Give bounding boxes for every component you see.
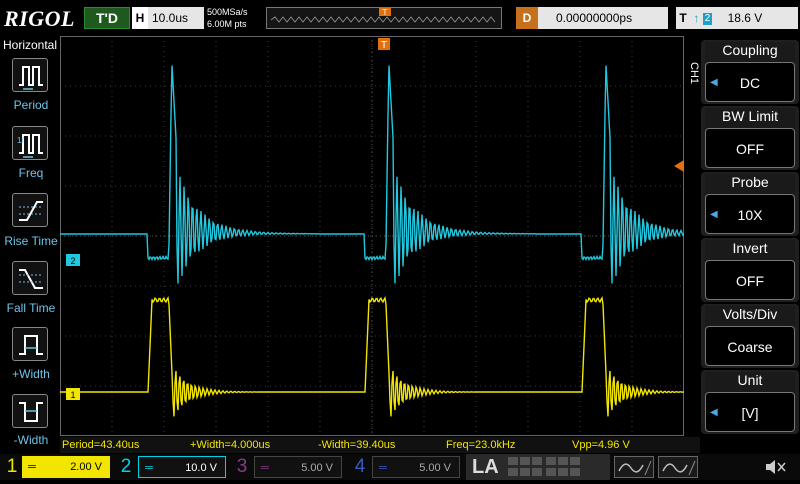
ch4-scale-box[interactable]: ═ 5.00 V — [372, 456, 460, 478]
unit-select-icon: ◀ — [710, 407, 718, 418]
trigger-position-marker[interactable]: T — [378, 38, 390, 51]
measurement-vpp: Vpp=4.96 V — [572, 439, 630, 451]
ch2-scale: 10.0 V — [185, 462, 217, 474]
acquisition-info: 500MSa/s 6.00M pts — [207, 6, 267, 32]
waveform-display[interactable]: T 2 1 — [60, 36, 684, 436]
memory-waveform-icon: T — [267, 8, 501, 28]
negative-width-label: -Width — [13, 433, 49, 447]
rise-time-icon — [19, 201, 43, 221]
delay-box[interactable]: D 0.00000000ps — [516, 7, 668, 29]
invert-title: Invert — [705, 240, 795, 262]
volts-div-softkey[interactable]: Coarse — [705, 326, 795, 366]
rise-time-button[interactable] — [12, 193, 48, 227]
ch4-number[interactable]: 4 — [350, 454, 370, 480]
svg-text:1/: 1/ — [17, 136, 24, 145]
positive-width-label: +Width — [12, 367, 50, 381]
channel-tag: CH1 — [688, 62, 700, 85]
period-measure-button[interactable] — [12, 58, 48, 92]
freq-label: Freq — [18, 166, 44, 180]
invert-value: OFF — [736, 273, 764, 289]
ch1-coupling-icon: ═ — [28, 461, 36, 473]
period-icon — [19, 66, 43, 90]
coupling-title: Coupling — [705, 42, 795, 64]
logic-analyzer-box[interactable]: LA — [466, 454, 610, 480]
fall-time-label: Fall Time — [6, 301, 56, 315]
trigger-box[interactable]: T ↑ 2 18.6 V — [676, 7, 798, 29]
ch1-offset-marker[interactable]: 1 — [66, 388, 80, 400]
ch1-marker-label: 1 — [70, 390, 75, 400]
sine-wave-icon — [662, 460, 696, 476]
bw-limit-softkey[interactable]: OFF — [705, 128, 795, 168]
coupling-softkey[interactable]: ◀ DC — [705, 62, 795, 102]
measurement-positive-width: +Width=4.000us — [190, 439, 271, 451]
period-label: Period — [13, 98, 49, 112]
horizontal-menu-title: Horizontal — [2, 38, 58, 52]
ch3-scale: 5.00 V — [301, 462, 333, 474]
ch4-scale: 5.00 V — [419, 462, 451, 474]
delay-key: D — [516, 7, 538, 29]
fall-time-icon — [19, 269, 43, 289]
speaker-mute-button[interactable] — [760, 456, 790, 478]
ch2-offset-marker[interactable]: 2 — [66, 254, 80, 266]
fall-time-button[interactable] — [12, 261, 48, 295]
positive-width-button[interactable] — [12, 327, 48, 361]
sine-wave-icon — [618, 460, 652, 476]
memory-overview-bar[interactable]: T — [266, 7, 502, 29]
bw-limit-value: OFF — [736, 141, 764, 157]
trigger-status-badge: T'D — [84, 7, 130, 29]
ch1-scale: 2.00 V — [70, 461, 102, 473]
freq-icon: 1/ — [17, 134, 43, 158]
ch2-scale-box[interactable]: ═ 10.0 V — [138, 456, 226, 478]
brand-logo: RIGOL — [4, 6, 75, 31]
trigger-position-label: T — [381, 40, 387, 51]
horizontal-scale-value: 10.0us — [152, 11, 189, 25]
horizontal-scale-box[interactable]: H 10.0us — [132, 7, 204, 29]
sample-rate: 500MSa/s — [207, 7, 248, 17]
measurement-negative-width: -Width=39.40us — [318, 439, 396, 451]
volts-div-title: Volts/Div — [705, 306, 795, 328]
invert-softkey[interactable]: OFF — [705, 260, 795, 300]
probe-softkey[interactable]: ◀ 10X — [705, 194, 795, 234]
ch2-number[interactable]: 2 — [116, 454, 136, 480]
ch2-coupling-icon: ═ — [145, 462, 153, 474]
measurement-period: Period=43.40us — [62, 439, 140, 451]
delay-value: 0.00000000ps — [556, 11, 633, 25]
ch3-scale-box[interactable]: ═ 5.00 V — [254, 456, 342, 478]
speaker-muted-icon — [766, 460, 786, 474]
freq-measure-button[interactable]: 1/ — [12, 126, 48, 160]
memory-depth: 6.00M pts — [207, 19, 247, 29]
ch4-coupling-icon: ═ — [379, 462, 387, 474]
digital-channels-icon — [508, 457, 580, 476]
coupling-value: DC — [739, 75, 761, 91]
ch1-scale-box[interactable]: ═ 2.00 V — [22, 456, 110, 478]
ch1-number[interactable]: 1 — [2, 454, 22, 480]
horizontal-key: H — [132, 7, 148, 29]
coupling-select-icon: ◀ — [710, 77, 718, 88]
unit-softkey[interactable]: ◀ [V] — [705, 392, 795, 432]
ch3-coupling-icon: ═ — [261, 462, 269, 474]
probe-select-icon: ◀ — [710, 209, 718, 220]
probe-value: 10X — [737, 207, 763, 223]
ch2-marker-label: 2 — [70, 256, 75, 266]
trigger-key: T — [679, 11, 687, 25]
volts-div-value: Coarse — [727, 339, 773, 355]
positive-width-icon — [19, 335, 43, 355]
unit-title: Unit — [705, 372, 795, 394]
unit-value: [V] — [741, 405, 759, 421]
rising-edge-icon: ↑ — [693, 11, 700, 25]
generator-2-button[interactable] — [658, 456, 698, 478]
rise-time-label: Rise Time — [4, 234, 58, 248]
negative-width-icon — [19, 402, 43, 422]
measurement-strip: Period=43.40us +Width=4.000us -Width=39.… — [60, 437, 700, 453]
la-label: LA — [472, 456, 499, 478]
negative-width-button[interactable] — [12, 394, 48, 428]
trigger-level: 18.6 V — [727, 11, 763, 25]
memory-trigger-marker: T — [383, 8, 388, 17]
probe-title: Probe — [705, 174, 795, 196]
generator-1-button[interactable] — [614, 456, 654, 478]
ch3-number[interactable]: 3 — [232, 454, 252, 480]
measurement-frequency: Freq=23.0kHz — [446, 439, 516, 451]
trigger-source-channel: 2 — [702, 12, 713, 25]
bw-limit-title: BW Limit — [705, 108, 795, 130]
